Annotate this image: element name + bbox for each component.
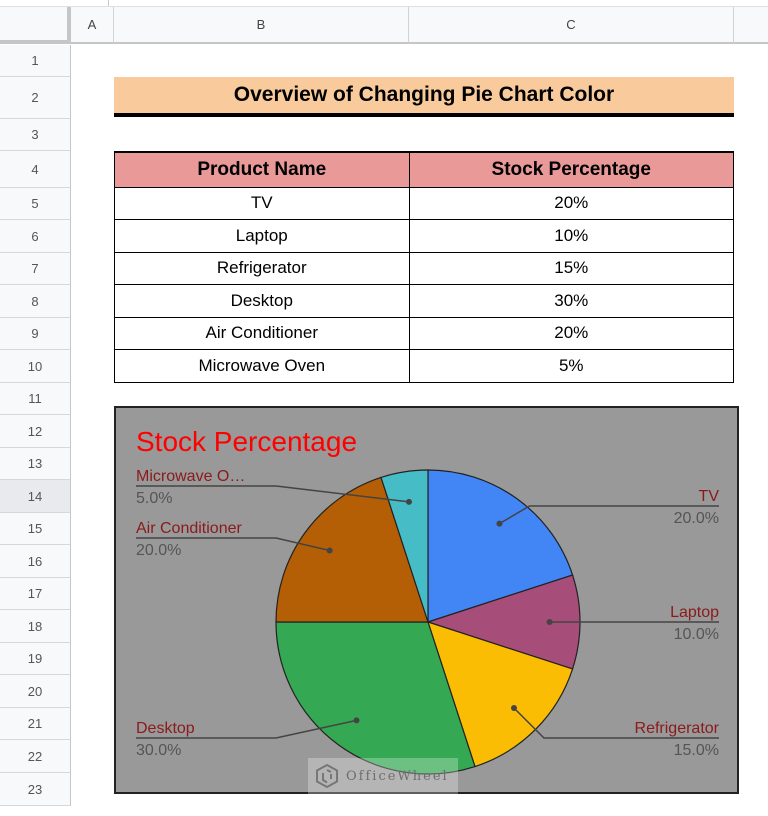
column-header-a[interactable]: A <box>71 7 114 44</box>
table-row: Desktop 30% <box>114 284 735 318</box>
row-header-4[interactable]: 4 <box>0 151 71 188</box>
row-header-10[interactable]: 10 <box>0 350 71 383</box>
product-cell[interactable]: Air Conditioner <box>114 316 410 350</box>
row-header-14[interactable]: 14 <box>0 480 71 513</box>
table-row: Air Conditioner 20% <box>114 316 735 350</box>
sheet-title: Overview of Changing Pie Chart Color <box>233 83 615 106</box>
toolbar-strip <box>0 0 768 7</box>
column-label: A <box>87 17 97 32</box>
row-label: 15 <box>27 521 43 536</box>
chart-title[interactable]: Stock Percentage <box>136 426 357 457</box>
row-label: 11 <box>28 391 42 406</box>
percentage-cell[interactable]: 20% <box>408 186 735 220</box>
column-header-d[interactable] <box>734 7 768 44</box>
column-header-c[interactable]: C <box>409 7 734 44</box>
percentage-cell[interactable]: 10% <box>408 219 735 253</box>
row-header-5[interactable]: 5 <box>0 188 71 220</box>
select-all-corner[interactable] <box>0 7 71 44</box>
row-label: 10 <box>27 358 43 374</box>
row-label: 14 <box>27 488 43 504</box>
row-header-18[interactable]: 18 <box>0 610 71 643</box>
row-header-21[interactable]: 21 <box>0 708 71 740</box>
product-cell[interactable]: Refrigerator <box>114 251 410 285</box>
row-header-11[interactable]: 11 <box>0 383 71 415</box>
row-label: 8 <box>31 293 39 309</box>
percentage-cell[interactable]: 5% <box>408 349 735 383</box>
slice-label: TV <box>699 488 720 505</box>
row-header-19[interactable]: 19 <box>0 643 71 675</box>
header-stock-percentage[interactable]: Stock Percentage <box>408 151 735 188</box>
row-label: 22 <box>27 748 43 764</box>
column-label: C <box>566 17 576 32</box>
row-header-7[interactable]: 7 <box>0 253 71 285</box>
header-product-name[interactable]: Product Name <box>114 151 410 188</box>
slice-percent-label: 20.0% <box>136 542 181 559</box>
row-header-8[interactable]: 8 <box>0 285 71 318</box>
sheet-title-cell[interactable]: Overview of Changing Pie Chart Color <box>114 77 734 117</box>
officewheel-logo-icon <box>316 763 338 789</box>
column-label: B <box>256 17 266 32</box>
product-cell[interactable]: Desktop <box>114 284 410 318</box>
table-row: Laptop 10% <box>114 219 735 253</box>
pie-chart-canvas: Stock Percentage TV 20.0% Laptop 10.0% Refri… <box>136 426 720 775</box>
row-header-22[interactable]: 22 <box>0 740 71 773</box>
row-label: 21 <box>27 716 43 731</box>
row-label: 13 <box>27 456 43 471</box>
table-header-row: Product Name Stock Percentage <box>114 151 735 188</box>
row-label: 23 <box>27 781 43 797</box>
slice-percent-label: 30.0% <box>136 742 181 759</box>
product-cell[interactable]: Laptop <box>114 219 410 253</box>
percentage-cell[interactable]: 30% <box>408 284 735 318</box>
slice-percent-label: 15.0% <box>674 742 719 759</box>
row-header-6[interactable]: 6 <box>0 220 71 253</box>
toolbar-divider <box>108 0 109 6</box>
row-header-23[interactable]: 23 <box>0 773 71 806</box>
row-header-3[interactable]: 3 <box>0 119 71 151</box>
slice-percent-label: 10.0% <box>674 626 719 643</box>
row-label: 9 <box>31 326 39 341</box>
row-label: 7 <box>31 261 39 276</box>
row-header-13[interactable]: 13 <box>0 448 71 480</box>
product-cell[interactable]: TV <box>114 186 410 220</box>
row-header-12[interactable]: 12 <box>0 415 71 448</box>
row-label: 20 <box>27 683 43 699</box>
row-label: 16 <box>27 553 43 569</box>
slice-label: Air Conditioner <box>136 520 243 537</box>
row-header-16[interactable]: 16 <box>0 545 71 578</box>
stock-table: Product Name Stock Percentage TV 20% Lapt… <box>114 151 735 383</box>
row-label: 1 <box>31 53 39 68</box>
row-label: 5 <box>31 196 39 211</box>
row-label: 18 <box>27 618 43 634</box>
row-label: 3 <box>31 127 39 142</box>
row-header-1[interactable]: 1 <box>0 45 71 77</box>
row-label: 2 <box>31 90 39 105</box>
watermark: OfficeWheel <box>308 758 458 794</box>
percentage-cell[interactable]: 20% <box>408 316 735 350</box>
row-label: 12 <box>27 423 43 439</box>
watermark-text: OfficeWheel <box>346 768 449 784</box>
pie-chart[interactable]: Stock Percentage TV 20.0% Laptop 10.0% Refri… <box>114 406 739 794</box>
row-header-15[interactable]: 15 <box>0 513 71 545</box>
row-label: 17 <box>27 586 43 601</box>
row-label: 6 <box>31 228 39 244</box>
column-header-b[interactable]: B <box>114 7 409 44</box>
slice-label: Desktop <box>136 720 195 737</box>
row-header-20[interactable]: 20 <box>0 675 71 708</box>
table-row: TV 20% <box>114 186 735 220</box>
slice-label: Laptop <box>670 604 719 621</box>
row-header-2[interactable]: 2 <box>0 77 71 119</box>
row-header-9[interactable]: 9 <box>0 318 71 350</box>
table-row: Refrigerator 15% <box>114 251 735 285</box>
slice-label: Microwave O… <box>136 468 245 485</box>
slice-label: Refrigerator <box>635 720 720 737</box>
row-header-17[interactable]: 17 <box>0 578 71 610</box>
table-row: Microwave Oven 5% <box>114 349 735 383</box>
slice-percent-label: 5.0% <box>136 490 172 507</box>
percentage-cell[interactable]: 15% <box>408 251 735 285</box>
product-cell[interactable]: Microwave Oven <box>114 349 410 383</box>
slice-percent-label: 20.0% <box>674 510 719 527</box>
row-label: 19 <box>27 651 43 666</box>
row-label: 4 <box>31 161 39 177</box>
